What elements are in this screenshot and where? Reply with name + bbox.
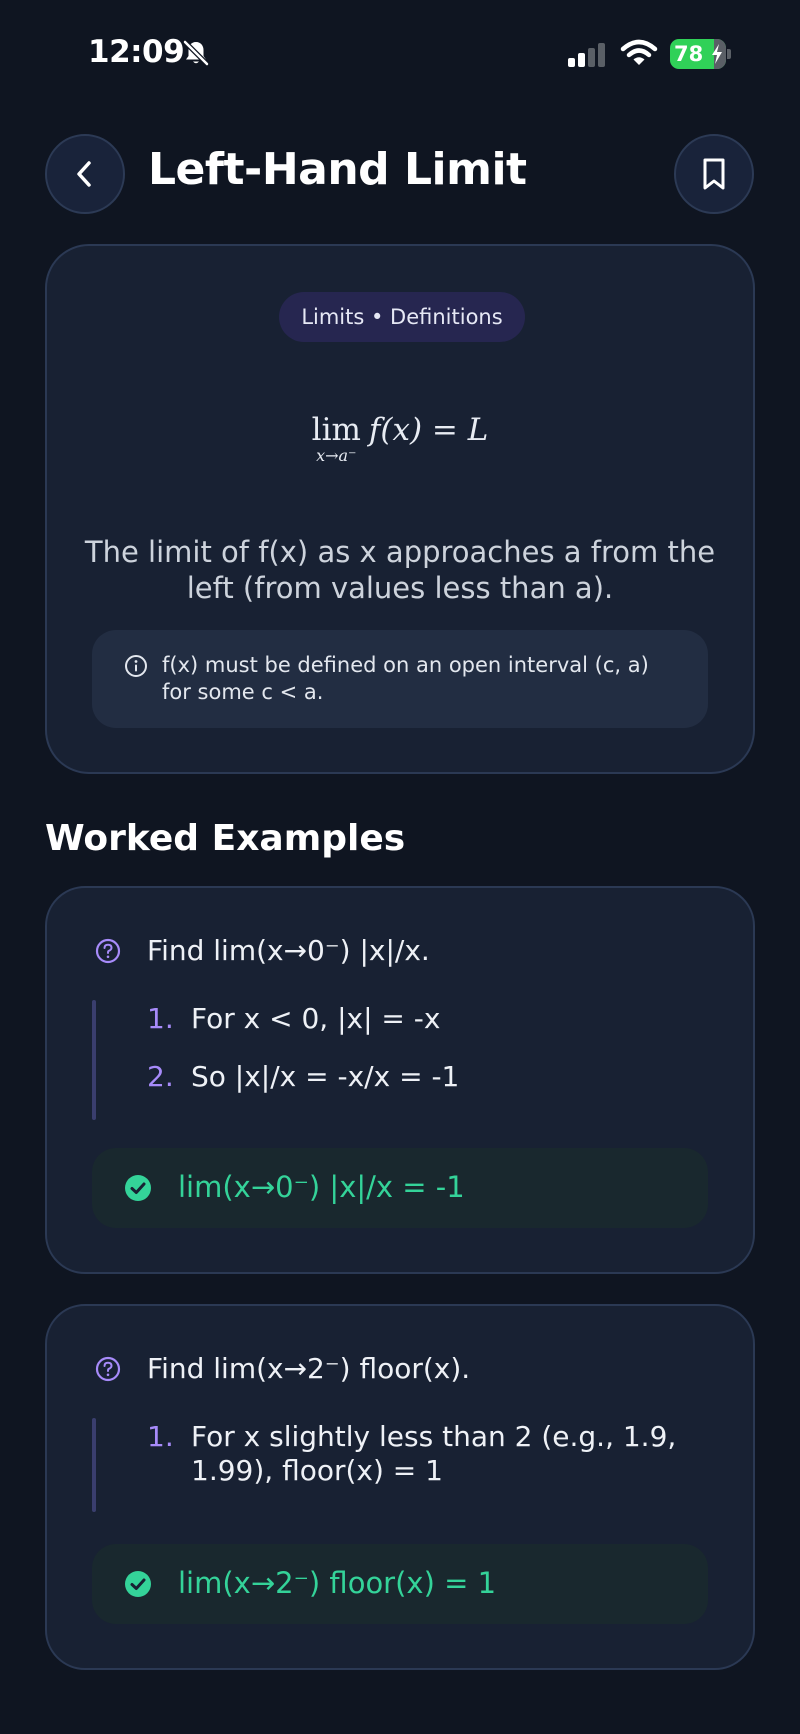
chevron-left-icon [77,161,91,187]
answer-box: lim(x→2⁻) floor(x) = 1 [92,1544,708,1624]
page-title: Left-Hand Limit [148,144,527,195]
step-number: 1. [147,1420,174,1453]
step-item: 1. For x < 0, |x| = -x [147,1002,707,1036]
step-text: For x slightly less than 2 (e.g., 1.9, 1… [191,1420,677,1487]
battery-level: 78 [674,42,704,66]
info-icon [125,655,147,677]
battery-indicator: 78 [670,39,731,69]
step-item: 2. So |x|/x = -x/x = -1 [147,1060,707,1094]
steps-bar [92,1000,96,1120]
wifi-icon [620,39,658,65]
steps-list: 1. For x < 0, |x| = -x 2. So |x|/x = -x/… [147,1002,707,1118]
signal-icon [568,43,605,67]
step-number: 1. [147,1002,174,1035]
example-card: Find lim(x→0⁻) |x|/x. 1. For x < 0, |x| … [45,886,755,1274]
steps-list: 1. For x slightly less than 2 (e.g., 1.9… [147,1420,707,1512]
charging-bolt-icon [712,44,722,64]
back-button[interactable] [45,134,125,214]
step-item: 1. For x slightly less than 2 (e.g., 1.9… [147,1420,707,1488]
answer-box: lim(x→0⁻) |x|/x = -1 [92,1148,708,1228]
bookmark-button[interactable] [674,134,754,214]
status-time: 12:09 [88,34,185,70]
limit-formula: lim x→a⁻ f(x) = L [47,412,753,465]
check-circle-icon [125,1571,151,1597]
question-icon [95,1356,121,1382]
step-text: For x < 0, |x| = -x [191,1002,441,1035]
lim-word: lim [311,412,361,448]
topic-tag: Limits • Definitions [279,292,525,342]
battery-body: 78 [670,39,726,69]
step-number: 2. [147,1060,174,1093]
steps-bar [92,1418,96,1512]
definition-card: Limits • Definitions lim x→a⁻ f(x) = L T… [45,244,755,774]
bookmark-icon [703,158,725,190]
example-question: Find lim(x→0⁻) |x|/x. [147,934,430,967]
bell-slash-icon [183,40,209,66]
formula-expression: f(x) = L [368,412,489,448]
check-circle-icon [125,1175,151,1201]
answer-text: lim(x→2⁻) floor(x) = 1 [178,1566,497,1600]
lim-subscript: x→a⁻ [316,446,357,465]
battery-tip [727,49,731,59]
lim-operator: lim x→a⁻ [312,412,361,465]
example-question: Find lim(x→2⁻) floor(x). [147,1352,471,1385]
example-card: Find lim(x→2⁻) floor(x). 1. For x slight… [45,1304,755,1670]
status-bar: 12:09 78 [0,0,800,100]
definition-text: The limit of f(x) as x approaches a from… [84,535,716,605]
question-icon [95,938,121,964]
section-title: Worked Examples [45,818,406,859]
answer-text: lim(x→0⁻) |x|/x = -1 [178,1170,465,1204]
note-text: f(x) must be defined on an open interval… [162,653,649,704]
note-box: f(x) must be defined on an open interval… [92,630,708,728]
step-text: So |x|/x = -x/x = -1 [191,1060,460,1093]
